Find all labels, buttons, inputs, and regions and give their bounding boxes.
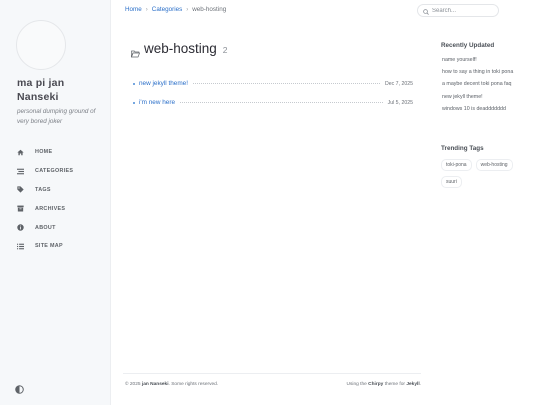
stream-icon: [17, 168, 24, 175]
topbar: Home › Categories › web-hosting: [111, 0, 540, 22]
list-item: i'm new here Jul 5, 2025: [133, 93, 413, 112]
info-circle-icon: [17, 224, 24, 231]
dotted-leader: [180, 102, 383, 103]
footer-divider: [123, 373, 421, 374]
tag-link[interactable]: toki-pona: [441, 159, 472, 171]
nav-item-tags[interactable]: TAGS: [0, 181, 111, 200]
trending-tags-heading: Trending Tags: [441, 145, 484, 152]
search-box[interactable]: [417, 4, 499, 17]
chirpy-link[interactable]: Chirpy: [368, 382, 383, 387]
nav-item-categories[interactable]: CATEGORIES: [0, 162, 111, 181]
breadcrumb-current: web-hosting: [192, 6, 227, 13]
footer: © 2025 jan Nanseki. Some rights reserved…: [125, 382, 421, 387]
breadcrumb-separator: ›: [186, 6, 189, 13]
list-icon: [17, 243, 24, 250]
adjust-icon: [15, 381, 24, 398]
post-date: Jul 5, 2025: [387, 99, 413, 106]
mode-toggle-button[interactable]: [15, 381, 24, 394]
nav-label: HOME: [35, 149, 53, 156]
footer-using: Using the: [346, 382, 367, 387]
sidebar-nav: HOME CATEGORIES TAGS ARCHIVES ABOUT SITE…: [0, 143, 111, 256]
recent-post-link[interactable]: a maybe decent toki pona faq: [442, 80, 513, 92]
nav-label: ARCHIVES: [35, 205, 66, 212]
post-count: 2: [222, 45, 228, 55]
jekyll-link[interactable]: Jekyll: [406, 382, 419, 387]
footer-credits: Using the Chirpy theme for Jekyll.: [347, 382, 421, 387]
recent-post-link[interactable]: windows 10 is deaddddddd: [442, 105, 513, 117]
tag-icon: [17, 186, 24, 194]
home-icon: [17, 149, 24, 156]
post-date: Dec 7, 2025: [385, 80, 413, 87]
footer-theme-for: theme for: [384, 382, 405, 387]
recently-updated-list: name yourself! how to say a thing in tok…: [442, 56, 513, 117]
archive-icon: [17, 205, 24, 212]
nav-label: ABOUT: [35, 224, 56, 231]
breadcrumb: Home › Categories › web-hosting: [125, 6, 226, 13]
site-subtitle: personal dumping ground of very bored jo…: [17, 108, 96, 125]
recently-updated-heading: Recently Updated: [441, 42, 495, 49]
nav-item-about[interactable]: ABOUT: [0, 218, 111, 237]
nav-label: TAGS: [35, 186, 51, 193]
footer-period: .: [419, 382, 421, 387]
footer-author-link[interactable]: jan Nanseki: [142, 382, 169, 387]
breadcrumb-home-link[interactable]: Home: [125, 6, 142, 13]
nav-item-home[interactable]: HOME: [0, 143, 111, 162]
copyright-year: © 2025: [125, 382, 141, 387]
sidebar: ma pi jan Nanseki personal dumping groun…: [0, 0, 111, 405]
folder-open-icon: [131, 45, 140, 57]
post-link[interactable]: new jekyll theme!: [139, 80, 188, 87]
bullet-icon: [133, 101, 135, 104]
breadcrumb-separator: ›: [145, 6, 148, 13]
tag-link[interactable]: suuri: [441, 176, 462, 188]
nav-item-archives[interactable]: ARCHIVES: [0, 199, 111, 218]
breadcrumb-categories-link[interactable]: Categories: [152, 6, 182, 13]
page-title: web-hosting: [144, 41, 217, 56]
recent-post-link[interactable]: name yourself!: [442, 56, 513, 68]
site-title[interactable]: ma pi jan Nanseki: [17, 76, 107, 104]
trending-tags: toki-pona web-hosting suuri: [441, 159, 533, 193]
nav-label: SITE MAP: [35, 243, 63, 250]
footer-rights: . Some rights reserved.: [168, 382, 219, 387]
list-item: new jekyll theme! Dec 7, 2025: [133, 74, 413, 93]
recent-post-link[interactable]: how to say a thing in toki pona: [442, 68, 513, 80]
bullet-icon: [133, 82, 135, 85]
tag-link[interactable]: web-hosting: [475, 159, 513, 171]
nav-item-site-map[interactable]: SITE MAP: [0, 237, 111, 256]
avatar[interactable]: [16, 20, 66, 70]
footer-copyright: © 2025 jan Nanseki. Some rights reserved…: [125, 382, 218, 387]
search-input[interactable]: [432, 7, 496, 14]
post-list: new jekyll theme! Dec 7, 2025 i'm new he…: [133, 74, 413, 112]
post-link[interactable]: i'm new here: [139, 99, 175, 106]
recent-post-link[interactable]: new jekyll theme!: [442, 93, 513, 105]
search-icon: [423, 2, 432, 20]
dotted-leader: [193, 83, 381, 84]
nav-label: CATEGORIES: [35, 168, 74, 175]
category-heading: web-hosting 2: [131, 41, 228, 57]
